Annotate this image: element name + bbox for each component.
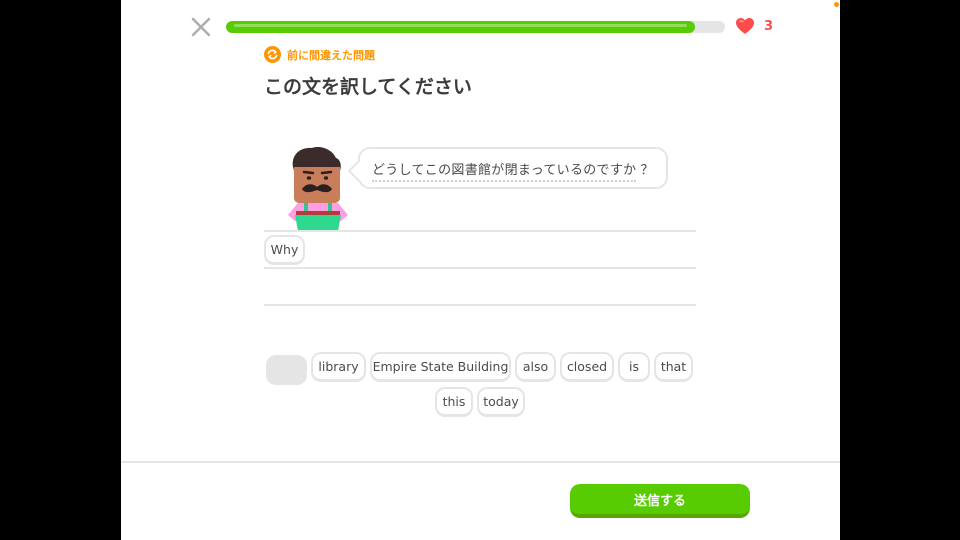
answer-line-middle — [264, 267, 696, 269]
word-tile-also[interactable]: also — [515, 352, 556, 382]
word-tile-empire-state-building[interactable]: Empire State Building — [370, 352, 511, 382]
word-tile-that[interactable]: that — [654, 352, 693, 382]
repeat-icon — [264, 46, 281, 63]
close-button[interactable] — [190, 16, 212, 38]
word-tile-today[interactable]: today — [477, 387, 525, 417]
heart-icon — [736, 18, 754, 34]
word-tile-library[interactable]: library — [311, 352, 366, 382]
word-tile-is[interactable]: is — [618, 352, 650, 382]
submit-button[interactable]: 送信する — [570, 484, 750, 518]
answer-line-bottom — [264, 304, 696, 306]
speech-bubble: どうしてこの図書館が閉まっているのですか？ — [358, 147, 668, 189]
progress-fill — [226, 21, 696, 33]
progress-bar — [226, 21, 725, 33]
character-avatar — [288, 147, 348, 231]
word-tile-closed[interactable]: closed — [560, 352, 614, 382]
prompt-punctuation: ？ — [640, 162, 654, 178]
word-bank-placeholder — [266, 355, 307, 385]
answer-tile[interactable]: Why — [264, 235, 305, 265]
prompt-sentence[interactable]: どうしてこの図書館が閉まっているのですか — [372, 162, 637, 182]
page-title: この文を訳してください — [264, 76, 472, 98]
close-icon — [191, 17, 211, 37]
status-dot — [834, 2, 839, 7]
badge-label: 前に間違えた問題 — [287, 48, 375, 62]
previous-mistake-badge: 前に間違えた問題 — [264, 46, 375, 63]
word-tile-this[interactable]: this — [435, 387, 473, 417]
footer-divider — [121, 461, 840, 463]
hearts-count: 3 — [764, 18, 774, 34]
hearts-counter[interactable]: 3 — [735, 17, 773, 35]
prompt-sentence-container: どうしてこの図書館が閉まっているのですか？ — [372, 159, 654, 182]
answer-line-top — [264, 230, 696, 232]
lesson-panel — [121, 0, 840, 540]
